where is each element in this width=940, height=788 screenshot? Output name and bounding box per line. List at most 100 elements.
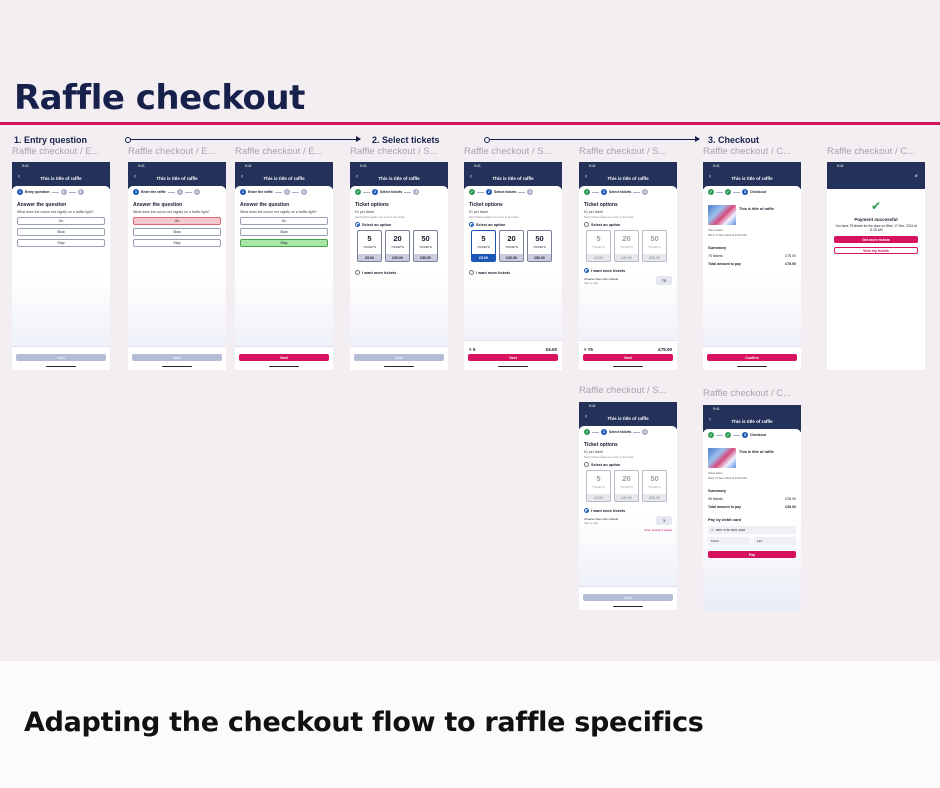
raffle-title: This is title of raffle [263,176,305,181]
answer-option[interactable]: Go [240,217,328,225]
confirm-button[interactable]: Confirm [707,354,797,361]
raffle-title: This is title of raffle [607,176,649,181]
expiry-field[interactable]: 12/24 [708,537,750,545]
ticket-bundle-20[interactable]: 20 TICKETS £20.00 [499,230,524,262]
raffle-title: This is title of raffle [731,176,773,181]
ticket-bundle-5[interactable]: 5 TICKETS £5.00 [586,230,611,262]
raffle-image [708,448,736,468]
ticket-bundle-50[interactable]: 50 TICKETS £50.00 [413,230,438,262]
frame-label: Raffle checkout / S... [464,146,552,157]
raffle-title: This is title of raffle [731,419,773,424]
progress-stepper: ✓ 2 Select tickets 3 [579,426,677,438]
raffle-title: This is title of raffle [40,176,82,181]
raffle-title: This is title of raffle [378,176,420,181]
ticket-bundle-20[interactable]: 20 TICKETS £20.00 [614,470,639,502]
close-icon[interactable]: × [914,174,918,180]
frame-label: Raffle checkout / E... [235,146,323,157]
question-text: What does the colour red signify on a tr… [240,210,317,214]
phone-entry-question: 9:41 ‹ This is title of raffle 1 Entry ques… [12,162,110,370]
answer-option[interactable]: Slow [17,228,105,236]
ticket-count: × 5 [469,347,476,352]
ticket-bundle-5[interactable]: 5 TICKETS £5.00 [471,230,496,262]
question-heading: Answer the question [240,202,290,208]
flow-arrow [125,136,361,143]
next-button[interactable]: Next [132,354,222,361]
cart-summary: × 75 £75.00 [584,347,672,352]
answer-option-correct[interactable]: Stop [240,239,328,247]
phone-checkout: 9:41 ‹ This is title of raffle ✓ ✓ 3 Checkout… [703,162,801,370]
select-option-radio[interactable]: Select an option [584,462,672,467]
progress-stepper: 1 Enter the raffle 2 3 [235,186,333,198]
card-number-field[interactable]: ▭ 9087 4765 0001 2648 [708,526,796,534]
page-title: Raffle checkout [14,78,305,118]
next-button[interactable]: Next [354,354,444,361]
question-text: What does the colour red signify on a tr… [133,210,210,214]
success-check-icon: ✔ [870,199,882,213]
question-text: What does the colour red signify on a tr… [17,210,94,214]
success-title: Payment successful [854,217,898,222]
more-tickets-radio[interactable]: I want more tickets [584,508,672,513]
raffle-image [708,205,736,225]
frame-label: Raffle checkout / E... [128,146,216,157]
answer-option[interactable]: Slow [240,228,328,236]
ticket-bundle-50[interactable]: 50 TICKETS £50.00 [642,470,667,502]
answer-option[interactable]: Go [17,217,105,225]
ticket-bundle-20[interactable]: 20 TICKETS £20.00 [385,230,410,262]
next-button[interactable]: Next [583,594,673,601]
get-more-tickets-button[interactable]: Get more tickets [834,236,918,244]
accent-divider [0,122,940,125]
progress-stepper: ✓ 2 Select tickets 3 [464,186,562,198]
next-button[interactable]: Next [583,354,673,361]
progress-stepper: 1 Entry question 2 3 [12,186,110,198]
select-option-radio[interactable]: Select an option [584,222,672,227]
answer-option[interactable]: Stop [17,239,105,247]
progress-stepper: ✓ 2 Select tickets 3 [579,186,677,198]
ticket-bundle-5[interactable]: 5 TICKETS £5.00 [586,470,611,502]
next-button[interactable]: Next [16,354,106,361]
more-tickets-radio[interactable]: I want more tickets [469,270,557,275]
question-heading: Answer the question [133,202,183,208]
next-button[interactable]: Next [468,354,558,361]
raffle-title: This is title of raffle [492,176,534,181]
answer-option[interactable]: Stop [133,239,221,247]
phone-entry-wrong: 9:41 ‹ This is title of raffle 1 Enter the … [128,162,226,370]
quantity-input[interactable]: 75 [656,276,672,285]
ticket-bundle-50[interactable]: 50 TICKETS £50.00 [642,230,667,262]
more-tickets-radio[interactable]: I want more tickets [355,270,443,275]
frame-label: Raffle checkout / E... [12,146,100,157]
phone-select-default: 9:41 ‹ This is title of raffle ✓ 2 Select ti… [350,162,448,370]
cart-summary: × 5 £5.00 [469,347,557,352]
card-icon: ▭ [711,528,714,532]
flow-arrow [484,136,700,143]
ticket-bundle-50[interactable]: 50 TICKETS £50.00 [527,230,552,262]
quantity-stepper[interactable]: Choose how many tickets Tap to edit 75 [584,276,672,285]
raffle-title: This is title of raffle [156,176,198,181]
progress-stepper: ✓ ✓ 3 Checkout [703,429,801,441]
frame-label: Raffle checkout / C... [827,146,916,157]
cvc-field[interactable]: 123 [754,537,796,545]
phone-payment-success: 9:41 × ✔ Payment successful You have 75 t… [827,162,925,370]
pay-heading: Pay by debit card [708,517,742,522]
select-option-radio[interactable]: Select an option [469,222,557,227]
question-heading: Answer the question [17,202,67,208]
answer-option[interactable]: Slow [133,228,221,236]
ticket-options-heading: Ticket options [355,202,389,208]
phone-select-75: 9:41 ‹ This is title of raffle ✓ 2 Select ti… [579,162,677,370]
frame-label: Raffle checkout / S... [579,146,667,157]
ticket-bundle-20[interactable]: 20 TICKETS £20.00 [614,230,639,262]
ticket-bundle-5[interactable]: 5 TICKETS £5.00 [357,230,382,262]
show-dates-link[interactable]: Show dates [708,471,796,475]
quantity-input[interactable]: 3 [656,516,672,525]
phone-select-5: 9:41 ‹ This is title of raffle ✓ 2 Select ti… [464,162,562,370]
step-2-label: 2. Select tickets [372,135,440,145]
answer-option-wrong[interactable]: Go [133,217,221,225]
select-option-radio[interactable]: Select an option [355,222,443,227]
phone-checkout-card: 9:41 ‹ This is title of raffle ✓ ✓ 3 Checkout… [703,405,801,611]
pay-button[interactable]: Pay [708,551,796,558]
next-button[interactable]: Next [239,354,329,361]
quantity-stepper[interactable]: Choose how many tickets Tap to edit 3 [584,516,672,525]
step-3-label: 3. Checkout [708,135,760,145]
more-tickets-radio[interactable]: I want more tickets [584,268,672,273]
show-dates-link[interactable]: Show dates [708,228,796,232]
view-my-tickets-button[interactable]: View my tickets [834,247,918,255]
